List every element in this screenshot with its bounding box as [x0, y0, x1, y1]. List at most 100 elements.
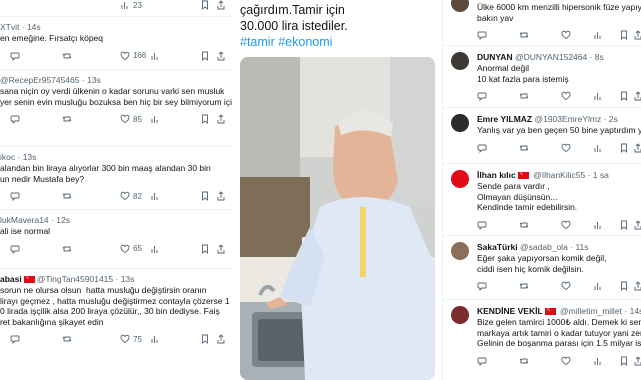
- reply-button[interactable]: [477, 281, 487, 291]
- reply-button[interactable]: [10, 51, 20, 61]
- avatar[interactable]: [451, 52, 469, 70]
- share-button[interactable]: [216, 0, 226, 10]
- reply-button[interactable]: [10, 114, 20, 124]
- avatar[interactable]: [451, 0, 469, 12]
- views-button[interactable]: [593, 220, 603, 230]
- reply-button[interactable]: [477, 143, 487, 153]
- views-button[interactable]: [593, 356, 603, 366]
- share-button[interactable]: [633, 30, 641, 40]
- retweet-button[interactable]: [519, 281, 529, 291]
- avatar[interactable]: [451, 114, 469, 132]
- views-button[interactable]: [593, 281, 603, 291]
- like-button[interactable]: 82: [120, 191, 142, 201]
- author-name[interactable]: KENDİNE VEKİL: [477, 306, 543, 316]
- retweet-button[interactable]: [519, 91, 529, 101]
- retweet-button[interactable]: [62, 191, 72, 201]
- retweet-icon: [519, 30, 529, 40]
- share-button[interactable]: [216, 334, 226, 344]
- author-handle[interactable]: ikoc: [0, 152, 15, 162]
- bookmark-button[interactable]: [200, 244, 210, 254]
- share-button[interactable]: [216, 114, 226, 124]
- like-button[interactable]: [561, 143, 571, 153]
- retweet-button[interactable]: [519, 356, 529, 366]
- bookmark-button[interactable]: [200, 114, 210, 124]
- reply-button[interactable]: [477, 91, 487, 101]
- retweet-button[interactable]: [519, 220, 529, 230]
- avatar[interactable]: [451, 306, 469, 324]
- tweet-text-line: 10 kat fazla para istemiş: [477, 73, 569, 84]
- author-handle[interactable]: @sadab_ola: [520, 242, 568, 252]
- share-button[interactable]: [633, 281, 641, 291]
- retweet-button[interactable]: [519, 30, 529, 40]
- video-frame: [240, 57, 435, 380]
- tweet-video[interactable]: [240, 57, 435, 380]
- hashtag-ekonomi[interactable]: #ekonomi: [278, 35, 332, 49]
- reply-button[interactable]: [10, 334, 20, 344]
- reply-button[interactable]: [477, 30, 487, 40]
- views-button[interactable]: [150, 191, 160, 201]
- views-button[interactable]: [150, 114, 160, 124]
- author-handle[interactable]: @milletim_millet: [560, 306, 622, 316]
- like-button[interactable]: 23: [120, 0, 142, 10]
- heart-icon: [120, 191, 130, 201]
- share-button[interactable]: [216, 191, 226, 201]
- tweet-text-line: Bize gelen tamirci 1000₺ aldı. Demek ki …: [477, 317, 641, 327]
- reply-button[interactable]: [477, 356, 487, 366]
- avatar[interactable]: [451, 170, 469, 188]
- retweet-button[interactable]: [62, 51, 72, 61]
- author-handle[interactable]: XTvit: [0, 22, 19, 32]
- share-button[interactable]: [633, 91, 641, 101]
- views-button[interactable]: [593, 91, 603, 101]
- bookmark-button[interactable]: [619, 356, 629, 366]
- bookmark-button[interactable]: [200, 0, 210, 10]
- views-button[interactable]: [593, 143, 603, 153]
- author-name[interactable]: DUNYAN: [477, 52, 513, 62]
- like-button[interactable]: 65: [120, 244, 142, 254]
- share-button[interactable]: [216, 50, 226, 61]
- author-handle[interactable]: @TingTan45901415: [37, 274, 113, 284]
- author-handle[interactable]: lukMavera14: [0, 215, 49, 225]
- reply-button[interactable]: [477, 220, 487, 230]
- retweet-button[interactable]: [62, 114, 72, 124]
- like-button[interactable]: [561, 281, 571, 291]
- bookmark-button[interactable]: [619, 281, 629, 291]
- retweet-button[interactable]: [62, 244, 72, 254]
- author-name[interactable]: abasi: [0, 274, 22, 284]
- like-button[interactable]: [561, 356, 571, 366]
- share-button[interactable]: [216, 243, 226, 254]
- views-button[interactable]: [150, 51, 160, 61]
- views-button[interactable]: [593, 30, 603, 40]
- bookmark-button[interactable]: [619, 220, 629, 230]
- like-button[interactable]: [561, 91, 571, 101]
- author-name[interactable]: SakaTürki: [477, 242, 518, 252]
- author-handle[interactable]: @1903EmreYlmz: [534, 114, 601, 124]
- like-button[interactable]: 85: [120, 114, 142, 124]
- retweet-button[interactable]: [519, 143, 529, 153]
- bookmark-button[interactable]: [200, 51, 210, 61]
- hashtag-tamir[interactable]: #tamir: [240, 35, 275, 49]
- bookmark-button[interactable]: [200, 334, 210, 344]
- reply-button[interactable]: [10, 244, 20, 254]
- bookmark-button[interactable]: [200, 191, 210, 201]
- views-button[interactable]: [150, 334, 160, 344]
- retweet-button[interactable]: [62, 334, 72, 344]
- views-button[interactable]: [150, 244, 160, 254]
- author-name[interactable]: Emre YILMAZ: [477, 114, 532, 124]
- reply-button[interactable]: [10, 191, 20, 201]
- share-button[interactable]: [633, 355, 641, 366]
- like-button[interactable]: 75: [120, 334, 142, 344]
- author-handle[interactable]: @DUNYAN152464: [515, 52, 587, 62]
- retweet-icon: [519, 143, 529, 153]
- like-button[interactable]: 166: [120, 51, 146, 61]
- bookmark-button[interactable]: [619, 30, 629, 40]
- share-button[interactable]: [633, 142, 641, 153]
- like-button[interactable]: [561, 220, 571, 230]
- author-handle[interactable]: @IlhanKilic55: [533, 170, 585, 180]
- author-handle[interactable]: @RecepEr95745465: [0, 75, 80, 85]
- share-button[interactable]: [633, 219, 641, 230]
- like-button[interactable]: [561, 30, 571, 40]
- bookmark-button[interactable]: [619, 91, 629, 101]
- author-name[interactable]: İlhan kılıc: [477, 170, 516, 180]
- bookmark-button[interactable]: [619, 143, 629, 153]
- avatar[interactable]: [451, 242, 469, 260]
